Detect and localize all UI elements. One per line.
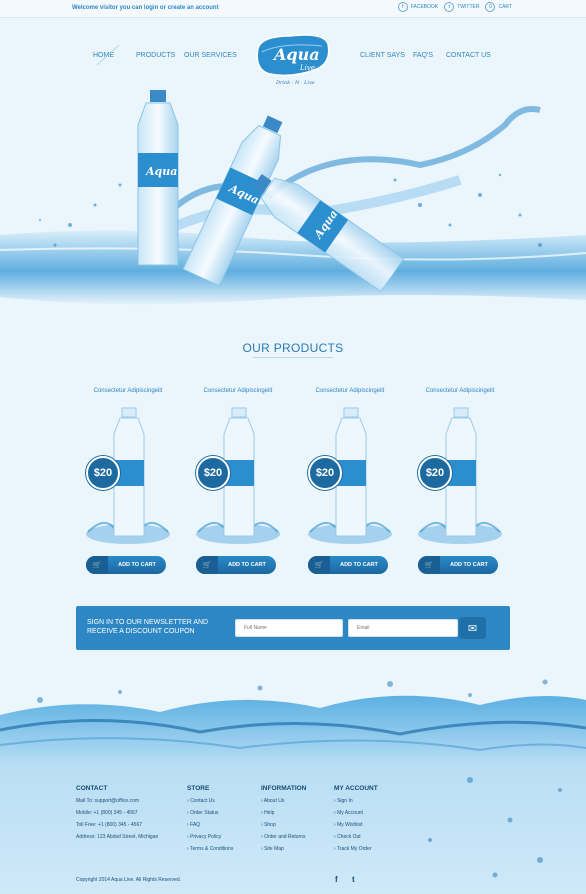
products-title-underline xyxy=(253,357,333,358)
footer-link[interactable]: › My Account xyxy=(334,810,378,822)
footer-water-background xyxy=(0,670,586,894)
twitter-icon[interactable]: t xyxy=(352,875,355,884)
product-card: Consectetur Adipiscingelit $20 🛒 ADD TO … xyxy=(188,388,288,578)
cart-icon: 🛒 xyxy=(86,556,108,574)
welcome-text: Welcome visitor you can login or create … xyxy=(72,5,219,11)
footer-store-title: STORE xyxy=(187,785,210,792)
facebook-icon: f xyxy=(397,2,408,12)
add-to-cart-button[interactable]: 🛒 ADD TO CART xyxy=(418,556,498,574)
twitter-link[interactable]: t TWITTER xyxy=(444,2,479,12)
aqua-live-logo[interactable]: Aqua Live Drink · N · Live xyxy=(252,30,334,88)
nav-home-highlight xyxy=(96,44,120,66)
add-to-cart-button[interactable]: 🛒 ADD TO CART xyxy=(308,556,388,574)
hero-splash-image: Aqua Aqua Aqua xyxy=(0,85,586,330)
footer-link[interactable]: › Contact Us xyxy=(187,798,233,810)
facebook-label: FACEBOOK xyxy=(410,4,439,10)
nav-our-services[interactable]: OUR SERVICES xyxy=(184,52,237,59)
contact-tollfree-row: Toll Free: +1 (800) 345 - 4567 xyxy=(76,822,143,828)
contact-address-row: Address: 123 Abdsd Street, Michigan xyxy=(76,834,159,840)
product-name[interactable]: Consectetur Adipiscingelit xyxy=(188,388,288,394)
fullname-input[interactable] xyxy=(235,619,343,637)
nav-products[interactable]: PRODUCTS xyxy=(136,52,175,59)
footer-link[interactable]: › Sign In xyxy=(334,798,378,810)
product-price-badge: $20 xyxy=(418,456,452,490)
footer-link[interactable]: › My Wishlist xyxy=(334,822,378,834)
footer-contact-title: CONTACT xyxy=(76,785,108,792)
footer-link[interactable]: › Track My Order xyxy=(334,846,378,858)
hero-banner: Aqua Aqua Aqua xyxy=(0,85,586,330)
add-to-cart-label: ADD TO CART xyxy=(340,562,378,568)
logo-sub: Live xyxy=(299,64,315,72)
product-name[interactable]: Consectetur Adipiscingelit xyxy=(410,388,510,394)
nav-client-says[interactable]: CLIENT SAYS xyxy=(360,52,405,59)
contact-mail[interactable]: support@office.com xyxy=(95,798,139,804)
footer-link[interactable]: › Order Status xyxy=(187,810,233,822)
contact-mobile-row: Mobile: +1 (800) 345 - 4567 xyxy=(76,810,138,816)
facebook-link[interactable]: f FACEBOOK xyxy=(397,2,439,12)
add-to-cart-button[interactable]: 🛒 ADD TO CART xyxy=(196,556,276,574)
logo-name: Aqua xyxy=(272,45,320,64)
footer-link[interactable]: › About Us xyxy=(261,798,306,810)
svg-text:Aqua: Aqua xyxy=(145,165,177,178)
newsletter-box: SIGN IN TO OUR NEWSLETTER AND RECEIVE A … xyxy=(76,606,510,650)
footer-link[interactable]: › Terms & Conditions xyxy=(187,846,233,858)
product-card: Consectetur Adipiscingelit $20 🛒 ADD TO … xyxy=(300,388,400,578)
footer-contact: CONTACT Mail To: support@office.com Mobi… xyxy=(76,785,158,846)
footer-store: STORE › Contact Us › Order Status › FAQ … xyxy=(187,785,233,858)
add-to-cart-label: ADD TO CART xyxy=(450,562,488,568)
footer-link[interactable]: › Shop xyxy=(261,822,306,834)
contact-mail-row: Mail To: support@office.com xyxy=(76,798,139,804)
product-name[interactable]: Consectetur Adipiscingelit xyxy=(78,388,178,394)
footer-information-title: INFORMATION xyxy=(261,785,307,792)
envelope-icon: ✉ xyxy=(467,622,478,635)
product-card: Consectetur Adipiscingelit $20 🛒 ADD TO … xyxy=(78,388,178,578)
product-price-badge: $20 xyxy=(196,456,230,490)
top-bar: Welcome visitor you can login or create … xyxy=(0,0,586,18)
twitter-icon: t xyxy=(444,2,455,12)
cart-label: CART xyxy=(498,4,512,10)
footer-link[interactable]: › FAQ xyxy=(187,822,233,834)
footer-link[interactable]: › Check Out xyxy=(334,834,378,846)
footer-link[interactable]: › Order and Returns xyxy=(261,834,306,846)
footer-account-title: MY ACCOUNT xyxy=(334,785,378,792)
newsletter-text: SIGN IN TO OUR NEWSLETTER AND RECEIVE A … xyxy=(87,619,209,635)
twitter-label: TWITTER xyxy=(457,4,480,10)
products-title: OUR PRODUCTS xyxy=(242,341,344,355)
top-links: f FACEBOOK t TWITTER 0 CART xyxy=(397,2,512,12)
copyright-text: Copyright 2014 Aqua Live. All Rights Res… xyxy=(76,877,182,883)
footer-link[interactable]: › Privacy Policy xyxy=(187,834,233,846)
footer-link[interactable]: › Site Map xyxy=(261,846,306,858)
hero-bottle-1: Aqua xyxy=(137,90,179,266)
footer-link[interactable]: › Help xyxy=(261,810,306,822)
nav-contact-us[interactable]: CONTACT US xyxy=(446,52,491,59)
add-to-cart-label: ADD TO CART xyxy=(118,562,156,568)
cart-icon: 🛒 xyxy=(308,556,330,574)
add-to-cart-button[interactable]: 🛒 ADD TO CART xyxy=(86,556,166,574)
cart-count-icon: 0 xyxy=(485,2,496,12)
add-to-cart-label: ADD TO CART xyxy=(228,562,266,568)
email-input[interactable] xyxy=(348,619,458,637)
cart-icon: 🛒 xyxy=(418,556,440,574)
product-price-badge: $20 xyxy=(86,456,120,490)
footer-information: INFORMATION › About Us › Help › Shop › O… xyxy=(261,785,306,858)
nav-faqs[interactable]: FAQ'S xyxy=(413,52,433,59)
cart-link[interactable]: 0 CART xyxy=(485,2,512,12)
cart-icon: 🛒 xyxy=(196,556,218,574)
facebook-icon[interactable]: f xyxy=(335,875,338,884)
product-card: Consectetur Adipiscingelit $20 🛒 ADD TO … xyxy=(410,388,510,578)
footer-my-account: MY ACCOUNT › Sign In › My Account › My W… xyxy=(334,785,378,858)
newsletter-submit-button[interactable]: ✉ xyxy=(459,617,486,639)
product-name[interactable]: Consectetur Adipiscingelit xyxy=(300,388,400,394)
product-price-badge: $20 xyxy=(308,456,342,490)
